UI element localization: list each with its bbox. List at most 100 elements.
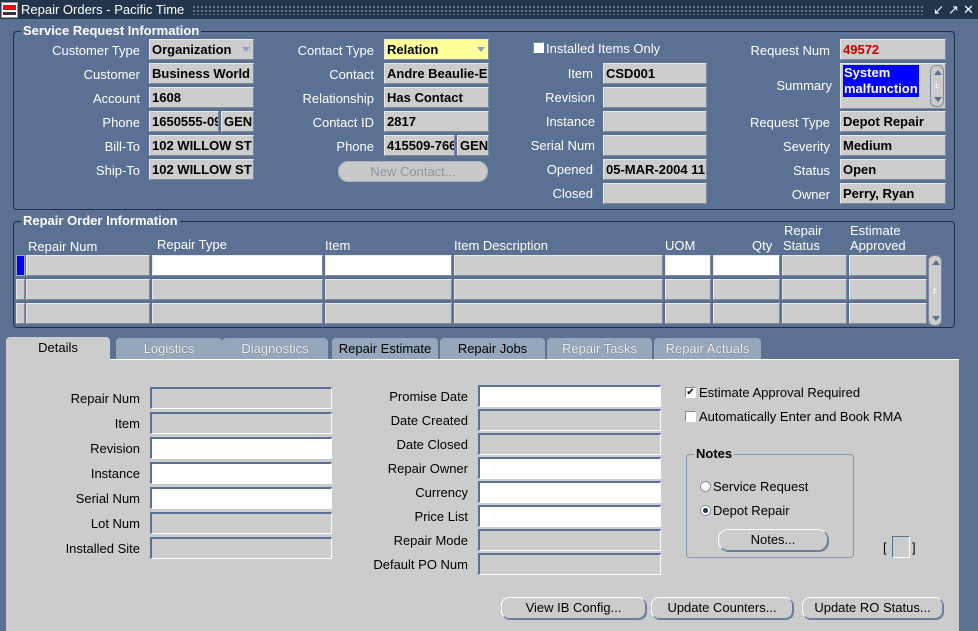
grid-cell-item[interactable]	[325, 255, 452, 276]
tab-repair-jobs[interactable]: Repair Jobs	[440, 338, 545, 360]
request-num-field[interactable]: 49572	[840, 39, 946, 60]
grid-cell-uom[interactable]	[665, 279, 711, 300]
serial-num-field[interactable]	[603, 135, 707, 156]
detail-field-item[interactable]	[150, 412, 332, 434]
scroll-up-icon[interactable]	[932, 260, 940, 265]
detail-field-date-created[interactable]	[478, 409, 661, 431]
grid-cell-item[interactable]	[325, 279, 452, 300]
row-indicator[interactable]	[16, 255, 25, 276]
maximize-icon[interactable]: ↗	[946, 0, 961, 19]
update-ro-status-button[interactable]: Update RO Status...	[802, 597, 943, 619]
detail-field-repair-num[interactable]	[150, 387, 332, 409]
grid-cell-repair-status[interactable]	[782, 255, 847, 276]
notes-button[interactable]: Notes...	[718, 529, 828, 551]
row-indicator[interactable]	[16, 303, 25, 324]
empty-indicator-box[interactable]	[892, 536, 910, 558]
scroll-down-icon[interactable]	[934, 97, 942, 102]
view-ib-config-button[interactable]: View IB Config...	[501, 597, 646, 619]
grid-cell-repair-num[interactable]	[26, 279, 150, 300]
account-field[interactable]: 1608	[149, 87, 254, 108]
grid-cell-repair-type[interactable]	[152, 303, 323, 324]
customer-field[interactable]: Business World	[149, 63, 254, 84]
notes-radio-service-request[interactable]	[700, 481, 711, 492]
detail-field-serial-num[interactable]	[150, 487, 332, 509]
grid-cell-item-description[interactable]	[454, 303, 663, 324]
detail-field-installed-site[interactable]	[150, 537, 332, 559]
detail-field-lot-num[interactable]	[150, 512, 332, 534]
grid-cell-item[interactable]	[325, 303, 452, 324]
scroll-up-icon[interactable]	[934, 70, 942, 75]
tab-repair-tasks[interactable]: Repair Tasks	[547, 338, 652, 360]
contact-phone-label: Phone	[336, 139, 374, 154]
ship-to-field[interactable]: 102 WILLOW ST	[149, 159, 254, 180]
summary-scrollbar[interactable]	[930, 65, 944, 107]
detail-field-instance[interactable]	[150, 462, 332, 484]
minimize-icon[interactable]: ↙	[931, 0, 946, 19]
detail-field-price-list[interactable]	[478, 505, 661, 527]
contact-phone-type-field[interactable]: GEN	[457, 135, 489, 156]
close-icon[interactable]: ✕	[961, 0, 976, 19]
grid-cell-estimate-approved[interactable]	[849, 279, 927, 300]
grid-cell-estimate-approved[interactable]	[849, 255, 927, 276]
grid-cell-repair-num[interactable]	[26, 255, 150, 276]
grid-cell-uom[interactable]	[665, 303, 711, 324]
bill-to-field[interactable]: 102 WILLOW ST	[149, 135, 254, 156]
grid-cell-item-description[interactable]	[454, 255, 663, 276]
contact-phone-field[interactable]: 415509-766	[384, 135, 455, 156]
grid-cell-item-description[interactable]	[454, 279, 663, 300]
grid-cell-repair-type[interactable]	[152, 279, 323, 300]
phone-field[interactable]: 1650555-09	[149, 111, 219, 132]
opened-field[interactable]: 05-MAR-2004 11:	[603, 159, 707, 180]
grid-cell-qty[interactable]	[713, 279, 780, 300]
repair-order-scrollbar[interactable]	[928, 255, 942, 326]
auto-enter-book-rma-label: Automatically Enter and Book RMA	[699, 409, 903, 424]
row-indicator[interactable]	[16, 279, 25, 300]
revision-field[interactable]	[603, 87, 707, 108]
relationship-field[interactable]: Has Contact	[384, 87, 489, 108]
detail-field-default-po-num[interactable]	[478, 553, 661, 575]
summary-field[interactable]: System malfunction	[840, 63, 946, 109]
grid-cell-uom[interactable]	[665, 255, 711, 276]
new-contact-button[interactable]: New Contact...	[338, 161, 488, 182]
grid-cell-repair-num[interactable]	[26, 303, 150, 324]
grid-cell-qty[interactable]	[713, 303, 780, 324]
estimate-approval-required-checkbox[interactable]: ✔	[685, 387, 696, 398]
window-title-bar[interactable]: Repair Orders - Pacific Time ↙ ↗ ✕	[0, 0, 978, 19]
notes-radio-depot-repair[interactable]	[700, 505, 711, 516]
detail-field-promise-date[interactable]	[478, 385, 661, 407]
scroll-thumb[interactable]	[935, 83, 939, 89]
customer-type-select[interactable]: Organization	[149, 39, 254, 60]
tab-repair-actuals[interactable]: Repair Actuals	[654, 338, 761, 360]
detail-field-repair-mode[interactable]	[478, 529, 661, 551]
status-field[interactable]: Open	[840, 159, 946, 180]
phone-type-field[interactable]: GEN	[221, 111, 254, 132]
owner-field[interactable]: Perry, Ryan	[840, 183, 946, 204]
detail-field-currency[interactable]	[478, 481, 661, 503]
tab-repair-estimate[interactable]: Repair Estimate	[332, 338, 438, 360]
grid-cell-estimate-approved[interactable]	[849, 303, 927, 324]
contact-id-field[interactable]: 2817	[384, 111, 489, 132]
severity-field[interactable]: Medium	[840, 135, 946, 156]
item-field[interactable]: CSD001	[603, 63, 707, 84]
installed-items-only-checkbox[interactable]	[533, 42, 544, 53]
scroll-thumb[interactable]	[933, 288, 937, 294]
detail-field-revision[interactable]	[150, 437, 332, 459]
grid-cell-repair-status[interactable]	[782, 303, 847, 324]
grid-cell-repair-type[interactable]	[152, 255, 323, 276]
grid-cell-repair-status[interactable]	[782, 279, 847, 300]
detail-field-date-closed[interactable]	[478, 433, 661, 455]
tab-diagnostics[interactable]: Diagnostics	[222, 338, 328, 360]
title-bar-grip[interactable]	[192, 4, 923, 15]
instance-field[interactable]	[603, 111, 707, 132]
grid-cell-qty[interactable]	[713, 255, 780, 276]
tab-details[interactable]: Details	[6, 337, 110, 361]
contact-field[interactable]: Andre Beaulie-E	[384, 63, 489, 84]
tab-logistics[interactable]: Logistics	[116, 338, 222, 360]
contact-type-select[interactable]: Relation	[384, 39, 489, 60]
request-type-field[interactable]: Depot Repair	[840, 111, 946, 132]
auto-enter-book-rma-checkbox[interactable]	[685, 411, 696, 422]
update-counters-button[interactable]: Update Counters...	[651, 597, 793, 619]
closed-field[interactable]	[603, 183, 707, 204]
scroll-down-icon[interactable]	[932, 316, 940, 321]
detail-field-repair-owner[interactable]	[478, 457, 661, 479]
